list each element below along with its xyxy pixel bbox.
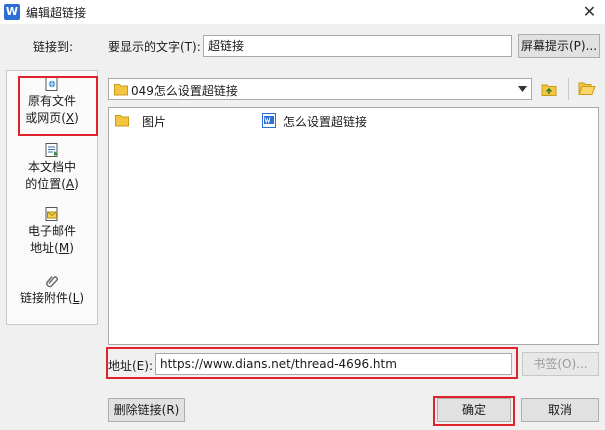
nav-email-label-2: 地址(M): [30, 241, 74, 255]
list-item[interactable]: 图片: [113, 112, 233, 130]
remove-link-button[interactable]: 删除链接(R): [108, 398, 185, 422]
address-label: 地址(E):: [108, 359, 153, 373]
title-bar: W 编辑超链接 ✕: [0, 0, 605, 24]
nav-place-label-1: 本文档中: [27, 160, 76, 174]
link-type-nav: 原有文件 或网页(X) 本文档中 的位置(A) 电子邮件 地址(M) 链接附件(…: [6, 70, 98, 325]
address-input[interactable]: https://www.dians.net/thread-4696.htm: [155, 353, 512, 375]
current-folder-name: 049怎么设置超链接: [131, 84, 238, 98]
window-title: 编辑超链接: [26, 6, 87, 20]
email-icon: [45, 207, 58, 221]
nav-place-label-2: 的位置(A): [25, 177, 79, 191]
folder-dropdown[interactable]: 049怎么设置超链接: [108, 78, 532, 100]
display-text-label: 要显示的文字(T):: [108, 40, 201, 54]
paperclip-icon: [46, 276, 58, 288]
folder-icon: [115, 115, 129, 127]
file-list: 图片 怎么设置超链接: [108, 107, 599, 345]
chevron-down-icon: [518, 86, 527, 92]
nav-place-in-document[interactable]: 本文档中 的位置(A): [7, 143, 97, 193]
bookmark-button[interactable]: 书签(O)...: [522, 352, 599, 376]
nav-attachment-label: 链接附件(L): [19, 291, 85, 305]
nav-email-address[interactable]: 电子邮件 地址(M): [7, 207, 97, 257]
highlight-box-existing-file: [18, 76, 98, 136]
screentip-button[interactable]: 屏幕提示(P)...: [518, 34, 600, 58]
file-name: 怎么设置超链接: [283, 115, 368, 129]
word-document-icon: [262, 113, 276, 128]
link-to-label: 链接到:: [33, 40, 74, 54]
document-place-icon: [45, 143, 58, 157]
close-icon[interactable]: ✕: [574, 0, 605, 24]
up-one-level-icon[interactable]: [541, 81, 557, 97]
nav-email-label-1: 电子邮件: [27, 224, 76, 238]
file-name: 图片: [142, 115, 167, 129]
open-folder-icon[interactable]: [578, 80, 596, 96]
display-text-input[interactable]: 超链接: [203, 35, 512, 57]
folder-icon: [114, 84, 128, 96]
toolbar-divider: [568, 78, 569, 100]
nav-link-attachment[interactable]: 链接附件(L): [7, 274, 97, 307]
highlight-box-ok: [433, 396, 515, 426]
wps-writer-icon: W: [4, 4, 20, 20]
list-item[interactable]: 怎么设置超链接: [261, 112, 421, 130]
cancel-button[interactable]: 取消: [521, 398, 599, 422]
